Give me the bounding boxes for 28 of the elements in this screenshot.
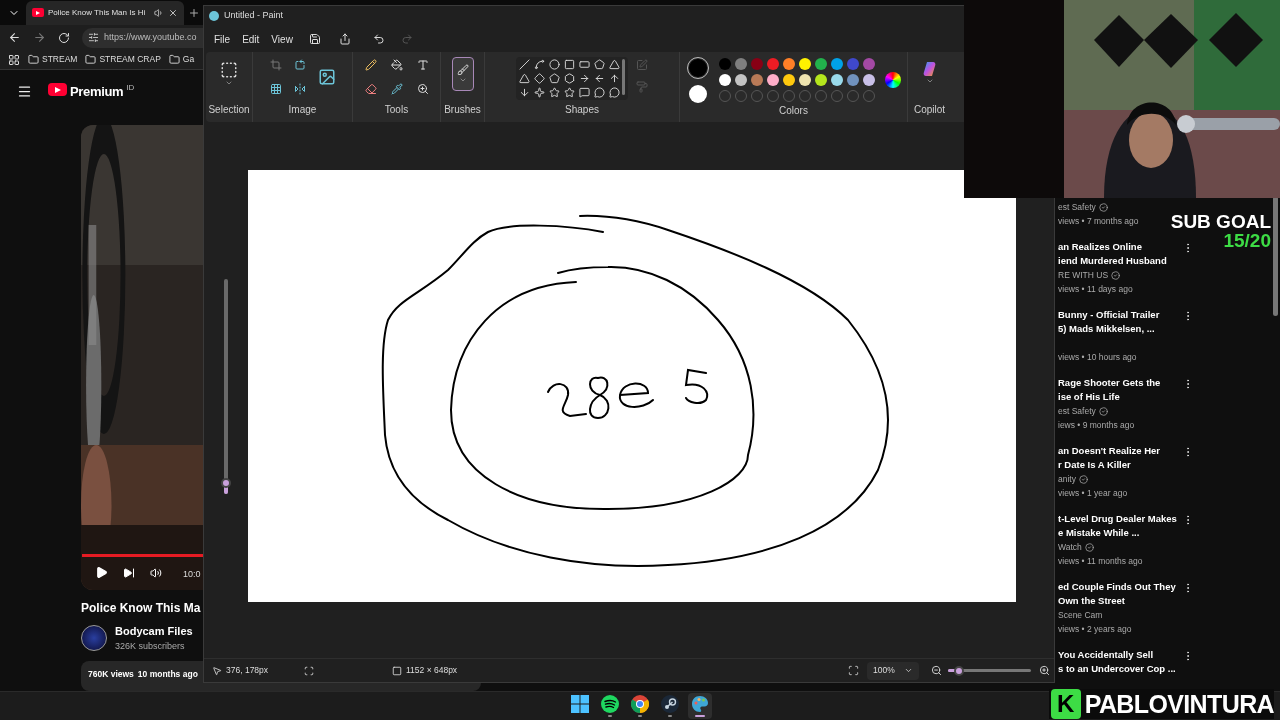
canvas-size: 1152 × 648px (406, 664, 458, 677)
group-label: Brushes (444, 103, 481, 117)
sub-goal-label: SUB GOAL (1170, 212, 1271, 231)
url-text: https://www.youtube.co (104, 30, 197, 44)
group-label: Tools (384, 103, 409, 117)
video-meta: views • 10 hours ago (1058, 351, 1138, 365)
sub-goal-count: 15/20 (1223, 231, 1271, 250)
video-meta: views • 11 months ago (1058, 555, 1144, 569)
tab-title: Police Know This Man Is Hi (48, 6, 147, 19)
streamer-name: PABLOVINTURA (1084, 691, 1274, 717)
logo-badge: K (1050, 689, 1081, 719)
video-title: Police Know This Ma (81, 600, 202, 618)
logo-superscript: ID (126, 82, 135, 95)
group-label: Colors (779, 104, 808, 118)
group-label: Selection (208, 103, 250, 117)
time-text: 10:0 (183, 568, 201, 582)
cursor-position: 376, 178px (226, 664, 270, 677)
upload-age: 10 months ago (137, 668, 198, 681)
video-meta: iews • 9 months ago (1058, 419, 1136, 433)
group-label: Shapes (565, 103, 599, 117)
video-meta: views • 11 days ago (1058, 283, 1134, 297)
group-label: Image (288, 103, 317, 117)
group-label: Copilot (913, 103, 946, 117)
video-meta: views • 1 year ago (1058, 487, 1129, 501)
subscriber-count: 326K subscribers (115, 639, 186, 653)
video-meta: views • 2 years ago (1058, 623, 1133, 637)
view-count: 760K views (88, 668, 134, 681)
window-title: Untitled - Paint (224, 9, 284, 23)
